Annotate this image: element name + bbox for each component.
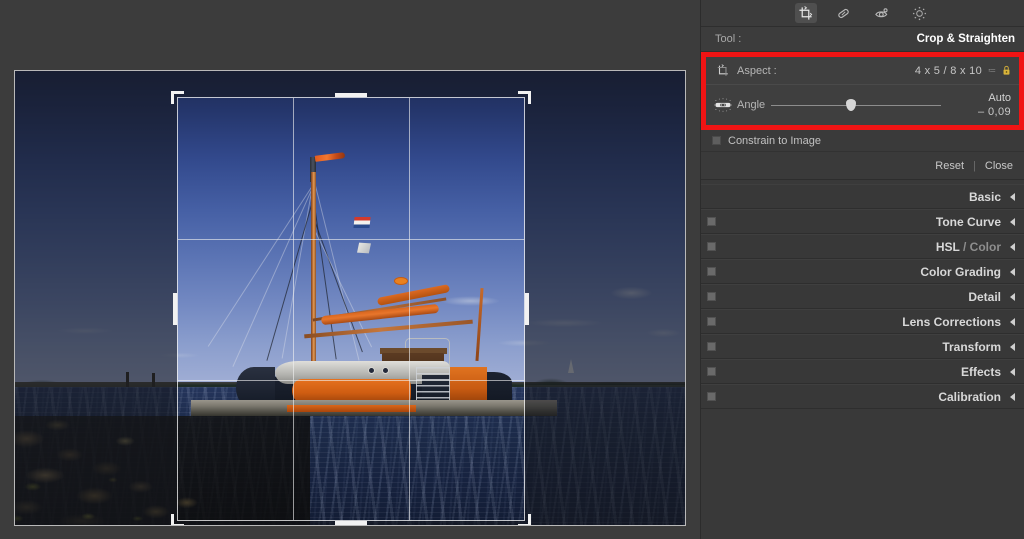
tool-strip (701, 0, 1024, 27)
panel-item-basic[interactable]: Basic (701, 184, 1024, 209)
angle-slider-knob[interactable] (845, 99, 856, 111)
aspect-value[interactable]: 4 x 5 / 8 x 10 (915, 65, 982, 77)
angle-auto-button[interactable]: Auto (988, 92, 1011, 104)
panel-title-effects: Effects (960, 364, 1001, 379)
panel-toggle-color-grading[interactable] (707, 267, 716, 276)
healing-tool-button[interactable] (833, 3, 855, 23)
jetty-orange-edge (286, 404, 417, 412)
angle-slider[interactable] (771, 98, 941, 112)
eye-icon (875, 7, 888, 17)
panel-toggle-lens-corrections[interactable] (707, 317, 716, 326)
panel-toggle-calibration[interactable] (707, 392, 716, 401)
stern-crane (475, 287, 484, 361)
signal-flag (357, 242, 372, 254)
panel-title-detail: Detail (968, 289, 1001, 304)
panel-item-hsl-color[interactable]: HSL / Color (701, 234, 1024, 259)
panel-toggle-detail[interactable] (707, 292, 716, 301)
hull-orange-band (292, 379, 411, 402)
angle-slider-track (771, 104, 941, 106)
dutch-flag (353, 217, 371, 229)
constrain-to-image-row[interactable]: Constrain to Image (701, 130, 1024, 152)
constrain-checkbox[interactable] (712, 136, 721, 145)
lightroom-develop-window: Tool : Crop & Straighten Aspect : 4 x 5 … (0, 0, 1024, 539)
crop-icon (799, 5, 813, 20)
panel-title-tone-curve: Tone Curve (935, 214, 1001, 229)
panel-item-calibration[interactable]: Calibration (701, 384, 1024, 409)
distant-sailboat (567, 358, 574, 373)
panel-item-color-grading[interactable]: Color Grading (701, 259, 1024, 284)
crop-actions-row: Reset | Close (701, 152, 1024, 180)
aspect-label: Aspect : (737, 64, 777, 77)
chevron-left-icon[interactable] (1010, 242, 1015, 251)
chevron-left-icon[interactable] (1010, 367, 1015, 376)
panel-title-hsl-color: HSL / Color (935, 239, 1001, 254)
panel-toggle-hsl-color[interactable] (707, 242, 716, 251)
crop-handle-bottom-right[interactable] (518, 514, 531, 525)
pennant-flag (314, 152, 346, 163)
panel-item-effects[interactable]: Effects (701, 359, 1024, 384)
panel-item-lens-corrections[interactable]: Lens Corrections (701, 309, 1024, 334)
crop-handle-bottom[interactable] (335, 521, 367, 525)
chevron-left-icon[interactable] (1010, 192, 1015, 201)
aspect-row[interactable]: Aspect : 4 x 5 / 8 x 10 ≔ (706, 57, 1019, 85)
photo-image (15, 71, 685, 525)
panel-title-color-grading: Color Grading (920, 264, 1001, 279)
panel-item-detail[interactable]: Detail (701, 284, 1024, 309)
radial-dots-icon (912, 6, 927, 20)
panel-toggle-effects[interactable] (707, 367, 716, 376)
crop-handle-top[interactable] (335, 93, 367, 97)
chevron-left-icon[interactable] (1010, 342, 1015, 351)
crop-handle-right[interactable] (525, 293, 529, 325)
action-separator: | (973, 159, 976, 172)
panel-item-transform[interactable]: Transform (701, 334, 1024, 359)
angle-row[interactable]: Angle Auto – 0,09 (706, 85, 1019, 125)
masking-tool-button[interactable] (909, 3, 931, 23)
angle-label: Angle (737, 99, 766, 111)
panel-toggle-tone-curve[interactable] (707, 217, 716, 226)
redeye-tool-button[interactable] (871, 3, 893, 23)
crop-handle-top-right[interactable] (518, 91, 531, 104)
panel-title-lens-corrections: Lens Corrections (902, 314, 1001, 329)
aspect-dropdown-caret[interactable]: ≔ (988, 66, 996, 75)
chevron-left-icon[interactable] (1010, 292, 1015, 301)
crop-handle-top-left[interactable] (171, 91, 184, 104)
panel-title-calibration: Calibration (938, 389, 1001, 404)
panel-title-transform: Transform (942, 339, 1001, 354)
image-canvas-area[interactable] (0, 0, 700, 539)
crop-tool-button[interactable] (794, 3, 817, 23)
chevron-left-icon[interactable] (1010, 317, 1015, 326)
rocky-shore (15, 416, 310, 525)
reset-button[interactable]: Reset (935, 160, 964, 172)
crop-controls-highlight: Aspect : 4 x 5 / 8 x 10 ≔ Angle Auto – 0… (701, 52, 1024, 130)
panel-title-basic: Basic (968, 189, 1001, 204)
develop-panel-list: Basic Tone Curve HSL / Color Color Gradi… (701, 184, 1024, 409)
shore-moss (15, 416, 310, 525)
tool-name-value: Crop & Straighten (916, 33, 1015, 45)
crop-aspect-icon (712, 63, 734, 78)
sailing-boat (191, 152, 557, 434)
panel-item-tone-curve[interactable]: Tone Curve (701, 209, 1024, 234)
chevron-left-icon[interactable] (1010, 217, 1015, 226)
clouds-left (15, 298, 250, 380)
panel-toggle-transform[interactable] (707, 342, 716, 351)
angle-value[interactable]: – 0,09 (978, 106, 1011, 118)
tool-header: Tool : Crop & Straighten (701, 27, 1024, 52)
close-button[interactable]: Close (985, 160, 1013, 172)
crop-handle-left[interactable] (173, 293, 177, 325)
constrain-label: Constrain to Image (728, 134, 821, 147)
right-panel: Tool : Crop & Straighten Aspect : 4 x 5 … (700, 0, 1024, 539)
life-ring (393, 276, 408, 285)
chevron-left-icon[interactable] (1010, 267, 1015, 276)
photo-frame (14, 70, 686, 526)
chevron-left-icon[interactable] (1010, 392, 1015, 401)
tool-label: Tool : (715, 33, 742, 45)
spirit-level-icon (712, 97, 734, 113)
rigging-line (232, 180, 316, 367)
lock-closed-icon[interactable] (1002, 65, 1011, 76)
bandage-icon (838, 8, 849, 18)
crop-handle-bottom-left[interactable] (171, 514, 184, 525)
